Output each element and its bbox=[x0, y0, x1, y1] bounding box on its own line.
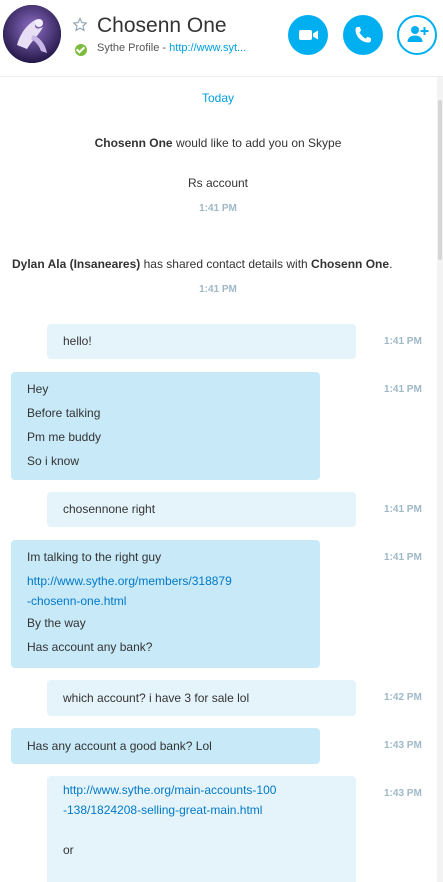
video-call-icon bbox=[299, 30, 318, 40]
video-call-button[interactable] bbox=[288, 15, 328, 55]
mood-message: Sythe Profile - http://www.syt... bbox=[97, 42, 246, 54]
message-link[interactable]: http://www.sythe.org/main-accounts-100 bbox=[63, 780, 340, 800]
date-separator: Today bbox=[201, 91, 235, 105]
chat-scrollbar-thumb[interactable] bbox=[438, 100, 442, 260]
contact-name[interactable]: Chosenn One bbox=[97, 14, 227, 38]
system-timestamp: 1:41 PM bbox=[199, 203, 237, 214]
add-participant-icon bbox=[407, 26, 429, 42]
message-timestamp: 1:41 PM bbox=[384, 336, 422, 347]
message-timestamp: 1:43 PM bbox=[384, 788, 422, 799]
message-bubble-incoming[interactable]: Hey Before talking Pm me buddy So i know bbox=[11, 372, 320, 480]
mood-prefix: Sythe Profile - bbox=[97, 42, 170, 54]
message-text: Im talking to the right guy bbox=[27, 550, 162, 564]
message-text: Hey bbox=[27, 382, 49, 396]
mood-link[interactable]: http://www.syt... bbox=[169, 42, 246, 54]
message-bubble-incoming[interactable]: Has any account a good bank? Lol bbox=[11, 728, 320, 764]
message-link[interactable]: -chosenn-one.html bbox=[27, 591, 304, 611]
message-text: By the way bbox=[27, 616, 86, 630]
message-bubble-outgoing[interactable]: chosennone right bbox=[47, 492, 356, 527]
message-timestamp: 1:41 PM bbox=[384, 552, 422, 563]
message-text: Before talking bbox=[27, 406, 101, 420]
message-bubble-outgoing[interactable]: http://www.sythe.org/main-accounts-100 -… bbox=[47, 776, 356, 882]
message-text: Pm me buddy bbox=[27, 430, 102, 444]
message-link[interactable]: -138/1824208-selling-great-main.html bbox=[63, 800, 340, 820]
message-text: So i know bbox=[27, 454, 80, 468]
system-message-contact-request: Chosenn One would like to add you on Sky… bbox=[94, 136, 342, 150]
online-status-icon bbox=[74, 43, 88, 57]
message-text: or bbox=[63, 843, 74, 857]
message-bubble-outgoing[interactable]: which account? i have 3 for sale lol bbox=[47, 680, 356, 716]
add-participant-button[interactable] bbox=[397, 15, 437, 55]
message-text: Has any account a good bank? Lol bbox=[27, 739, 212, 753]
audio-call-icon bbox=[355, 27, 371, 43]
message-bubble-incoming[interactable]: Im talking to the right guy http://www.s… bbox=[11, 540, 320, 668]
message-bubble-outgoing[interactable]: hello! bbox=[47, 324, 356, 359]
conversation-header: Chosenn One Sythe Profile - http://www.s… bbox=[0, 0, 443, 77]
system-message-request-text: Rs account bbox=[187, 176, 249, 190]
message-timestamp: 1:43 PM bbox=[384, 740, 422, 751]
contact-avatar[interactable] bbox=[3, 5, 61, 63]
message-text: chosennone right bbox=[63, 502, 156, 516]
message-link[interactable]: http://www.sythe.org/members/318879 bbox=[27, 571, 304, 591]
message-timestamp: 1:42 PM bbox=[384, 692, 422, 703]
message-text: Has account any bank? bbox=[27, 640, 153, 654]
message-text: hello! bbox=[63, 334, 92, 348]
system-timestamp: 1:41 PM bbox=[199, 284, 237, 295]
message-text: which account? i have 3 for sale lol bbox=[63, 691, 250, 705]
message-timestamp: 1:41 PM bbox=[384, 504, 422, 515]
message-history[interactable]: Today Chosenn One would like to add you … bbox=[0, 77, 436, 882]
audio-call-button[interactable] bbox=[343, 15, 383, 55]
message-timestamp: 1:41 PM bbox=[384, 384, 422, 395]
system-message-contact-shared: Dylan Ala (Insaneares) has shared contac… bbox=[12, 257, 393, 271]
favorite-star-icon[interactable] bbox=[72, 17, 88, 38]
